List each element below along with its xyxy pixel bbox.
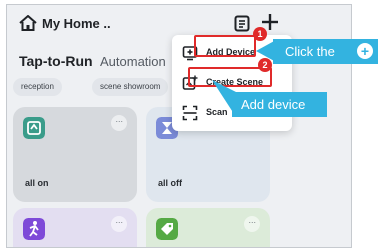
home-icon[interactable] — [19, 15, 37, 31]
chip-reception[interactable]: reception — [13, 78, 62, 96]
callout-text: Add device — [241, 97, 306, 112]
tab-automation[interactable]: Automation — [100, 54, 166, 69]
more-icon[interactable]: ··· — [244, 216, 260, 232]
callout-add-device: Add device — [232, 92, 327, 117]
callout-text: Click the — [285, 44, 335, 59]
scene-card-all-on[interactable]: ··· all on — [13, 107, 137, 202]
tag-icon — [156, 218, 178, 240]
highlight-add-device — [194, 35, 256, 57]
scene-card[interactable]: ··· — [13, 208, 137, 247]
scene-label: all on — [25, 178, 49, 188]
tab-tap-to-run[interactable]: Tap-to-Run — [19, 53, 93, 69]
more-icon[interactable]: ··· — [111, 115, 127, 131]
power-icon — [23, 117, 45, 139]
home-title[interactable]: My Home .. — [42, 16, 111, 31]
callout-click-plus: Click the + — [273, 39, 378, 64]
chip-scene-showroom[interactable]: scene showroom — [92, 78, 169, 96]
document-icon[interactable] — [234, 15, 250, 32]
scan-icon — [182, 105, 198, 121]
running-person-icon — [23, 218, 45, 240]
more-icon[interactable]: ··· — [111, 216, 127, 232]
scene-card[interactable]: ··· — [146, 208, 270, 247]
plus-circle-icon: + — [357, 43, 373, 59]
scene-label: all off — [158, 178, 182, 188]
